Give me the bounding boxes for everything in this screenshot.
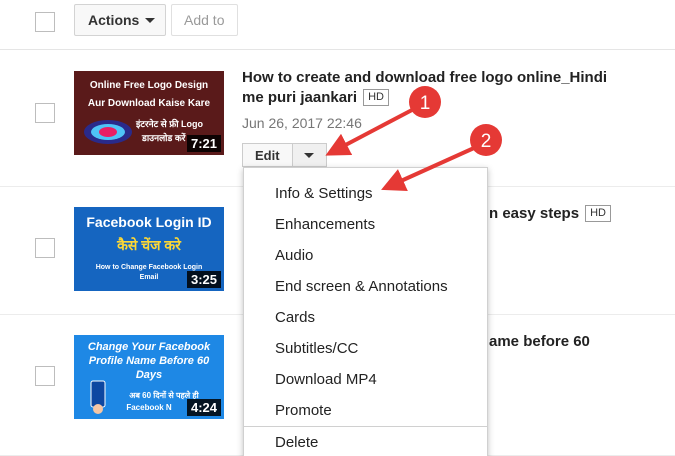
duration-badge: 3:25 [186, 271, 221, 288]
video-thumbnail[interactable]: Facebook Login ID कैसे चेंज करे How to C… [74, 207, 224, 291]
video-title-text: ame before 60 [489, 333, 590, 350]
duration-badge: 4:24 [186, 399, 221, 416]
actions-label: Actions [88, 12, 140, 28]
add-to-button[interactable]: Add to [171, 4, 238, 36]
thumbnail-text: How to Change Facebook Login [95, 264, 203, 271]
video-title-line: me puri jaankari HD [242, 88, 607, 108]
chevron-down-icon [145, 17, 156, 23]
edit-dropdown-menu: Info & Settings Enhancements Audio End s… [243, 167, 488, 456]
video-manager: Actions Add to Online Free Logo Design A… [0, 0, 675, 456]
menu-item-cards[interactable]: Cards [275, 309, 315, 326]
video-checkbox[interactable] [35, 238, 55, 258]
menu-item-download-mp4[interactable]: Download MP4 [275, 371, 377, 388]
edit-button-group: Edit [242, 143, 327, 167]
video-title[interactable]: n easy steps HD [489, 204, 639, 224]
video-title[interactable]: How to create and download free logo onl… [242, 68, 607, 108]
logo-swirl-icon [84, 120, 132, 144]
thumbnail-text: Change Your Facebook [87, 341, 211, 353]
video-thumbnail[interactable]: Online Free Logo Design Aur Download Kai… [74, 71, 224, 155]
select-all-checkbox[interactable] [35, 12, 55, 32]
menu-item-delete[interactable]: Delete [275, 434, 318, 451]
video-checkbox[interactable] [35, 366, 55, 386]
video-title-line: How to create and download free logo onl… [242, 69, 608, 86]
video-title[interactable]: ame before 60 [489, 332, 639, 352]
menu-item-promote[interactable]: Promote [275, 402, 332, 419]
video-checkbox[interactable] [35, 103, 55, 123]
video-thumbnail[interactable]: Change Your Facebook Profile Name Before… [74, 335, 224, 419]
menu-item-audio[interactable]: Audio [275, 247, 313, 264]
edit-button[interactable]: Edit [242, 143, 293, 167]
hd-badge: HD [585, 205, 611, 222]
thumbnail-text: Aur Download Kaise Kare [87, 98, 211, 109]
thumbnail-text: इंटरनेट से फ्री Logo [136, 119, 204, 129]
hd-badge: HD [363, 89, 389, 106]
actions-button[interactable]: Actions [74, 4, 166, 36]
menu-item-end-screen[interactable]: End screen & Annotations [275, 278, 448, 295]
toolbar: Actions Add to [0, 0, 675, 50]
video-title-text: n easy steps [489, 205, 580, 222]
duration-badge: 7:21 [186, 135, 221, 152]
menu-item-info-settings[interactable]: Info & Settings [275, 185, 373, 202]
thumbnail-text: Profile Name Before 60 [88, 355, 210, 367]
video-date: Jun 26, 2017 22:46 [242, 115, 362, 131]
menu-divider [244, 426, 487, 427]
edit-dropdown-button[interactable] [292, 143, 327, 167]
thumbnail-text: Online Free Logo Design [89, 80, 209, 91]
chevron-down-icon [304, 152, 315, 158]
thumbnail-text: Facebook N [126, 403, 172, 412]
thumbnail-text: Facebook Login ID [86, 214, 212, 230]
menu-item-subtitles[interactable]: Subtitles/CC [275, 340, 358, 357]
video-title-text: me puri jaankari [242, 89, 358, 106]
add-to-label: Add to [184, 12, 225, 28]
menu-item-enhancements[interactable]: Enhancements [275, 216, 375, 233]
thumbnail-text: कैसे चेंज करे [117, 237, 181, 253]
edit-label: Edit [255, 147, 280, 163]
